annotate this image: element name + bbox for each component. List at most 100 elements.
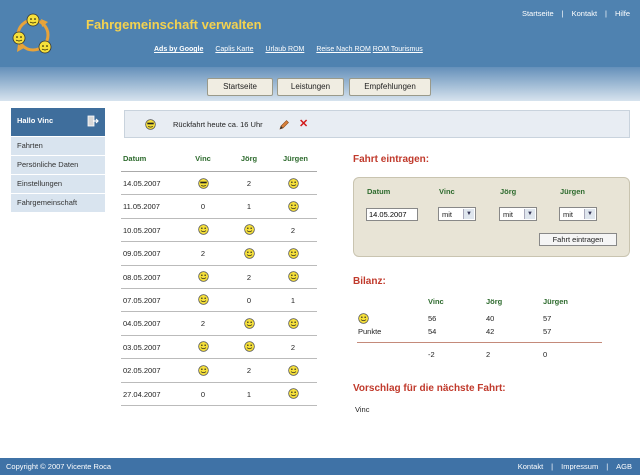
ride-count: 2 (246, 179, 252, 188)
chevron-down-icon: ▼ (524, 209, 535, 219)
footer-impressum-link[interactable]: Impressum (561, 462, 598, 471)
footer-links: Kontakt | Impressum | AGB (517, 462, 632, 471)
juergen-select[interactable]: mit ▼ (559, 207, 597, 221)
balance-diff-juergen: 0 (543, 350, 548, 359)
topnav-kontakt-link[interactable]: Kontakt (572, 9, 597, 18)
footer: Copyright © 2007 Vicente Roca Kontakt | Im… (0, 458, 640, 475)
ad-link-caplis-karte[interactable]: Caplis Karte (215, 46, 253, 53)
footer-agb-link[interactable]: AGB (616, 462, 632, 471)
ride-count: 1 (246, 202, 252, 212)
smiley-icon (193, 294, 213, 306)
carpool-logo-icon (12, 13, 52, 54)
topnav-startseite-link[interactable]: Startseite (522, 9, 554, 18)
vinc-select-value: mit (442, 210, 452, 219)
entry-header-joerg: Jörg (500, 187, 517, 196)
table-row: 10.05.2007 2 (121, 219, 317, 243)
notice-text: Rückfahrt heute ca. 16 Uhr (173, 120, 263, 129)
ride-date: 10.05.2007 (123, 225, 161, 235)
balance-header-juergen: Jürgen (543, 297, 569, 306)
table-row: 14.05.2007 2 (121, 172, 317, 196)
suggested-driver: Vinc (355, 405, 370, 414)
balance-smile-joerg: 40 (486, 314, 495, 323)
entry-header-juergen: Jürgen (560, 187, 586, 196)
balance-points-juergen: 57 (543, 327, 552, 336)
tab-leistungen[interactable]: Leistungen (277, 78, 344, 96)
column-header-vinc: Vinc (195, 154, 211, 163)
sidebar-item-fahrten[interactable]: Fahrten (11, 137, 105, 155)
ride-count: 1 (290, 295, 296, 305)
vinc-select[interactable]: mit ▼ (438, 207, 476, 221)
sidebar-user-header: Hallo Vinc (11, 108, 105, 136)
smiley-icon (283, 177, 303, 189)
topnav-hilfe-link[interactable]: Hilfe (615, 9, 630, 18)
logout-icon[interactable] (87, 115, 99, 127)
submit-ride-button[interactable]: Fahrt eintragen (539, 233, 617, 246)
ad-link-urlaub-rom[interactable]: Urlaub ROM (265, 46, 304, 53)
ride-date: 08.05.2007 (123, 272, 161, 282)
sidebar-item-persoenliche-daten[interactable]: Persönliche Daten (11, 156, 105, 174)
top-navigation: Startseite | Kontakt | Hilfe (521, 9, 630, 18)
driver-smiley-icon (193, 177, 213, 189)
ride-count: 2 (200, 249, 206, 259)
smiley-icon (193, 224, 213, 236)
table-row: 11.05.2007 0 1 (121, 195, 317, 219)
edit-pencil-icon[interactable] (278, 119, 290, 131)
ride-count: 0 (200, 202, 206, 212)
header: Fahrgemeinschaft verwalten Startseite | Ko… (0, 0, 640, 67)
ride-date: 27.04.2007 (123, 389, 161, 399)
table-row: 08.05.2007 2 (121, 266, 317, 289)
entry-header-datum: Datum (367, 187, 391, 196)
sidebar-item-fahrgemeinschaft[interactable]: Fahrgemeinschaft (11, 194, 105, 212)
ride-date: 14.05.2007 (123, 179, 161, 188)
ad-link-rom-tourismus[interactable]: ROM Tourismus (373, 46, 423, 53)
balance-diff-joerg: 2 (486, 350, 491, 359)
column-header-datum: Datum (123, 154, 147, 163)
smiley-icon (239, 247, 259, 259)
driver-smiley-icon (145, 119, 156, 130)
juergen-select-value: mit (563, 210, 573, 219)
ride-date: 09.05.2007 (123, 249, 161, 259)
table-row: 04.05.2007 2 (121, 312, 317, 336)
ride-notice: Rückfahrt heute ca. 16 Uhr ✕ (124, 110, 630, 138)
balance-divider (357, 342, 602, 343)
sidebar-item-einstellungen[interactable]: Einstellungen (11, 175, 105, 193)
ride-count: 2 (200, 319, 206, 329)
balance-smile-vinc: 56 (428, 314, 437, 323)
tab-startseite[interactable]: Startseite (207, 78, 273, 96)
table-row: 27.04.2007 0 1 (121, 383, 317, 406)
smiley-icon (283, 364, 303, 376)
balance-heading: Bilanz: (353, 276, 386, 287)
suggestion-heading: Vorschlag für die nächste Fahrt: (353, 383, 506, 394)
joerg-select[interactable]: mit ▼ (499, 207, 537, 221)
date-input[interactable] (366, 208, 418, 221)
tab-empfehlungen[interactable]: Empfehlungen (349, 78, 431, 96)
ride-date: 02.05.2007 (123, 366, 161, 376)
rides-table-header: Datum Vinc Jörg Jürgen (121, 150, 317, 172)
user-greeting: Hallo Vinc (17, 116, 54, 125)
smiley-icon (283, 388, 303, 400)
rides-table: Datum Vinc Jörg Jürgen 14.05.2007 2 11.05.… (121, 150, 317, 406)
smiley-icon (239, 341, 259, 353)
ride-count: 1 (246, 389, 252, 399)
balance-points-vinc: 54 (428, 327, 437, 336)
rides-table-body: 14.05.2007 2 11.05.2007 0 1 10.05.2007 2 09.05.… (121, 172, 317, 406)
smiley-icon (239, 318, 259, 329)
entry-form: Datum Vinc Jörg Jürgen mit ▼ mit ▼ mit ▼… (353, 177, 630, 257)
entry-header-vinc: Vinc (439, 187, 455, 196)
app-title: Fahrgemeinschaft verwalten (86, 17, 262, 32)
ride-count: 2 (246, 366, 252, 376)
footer-kontakt-link[interactable]: Kontakt (518, 462, 543, 471)
chevron-down-icon: ▼ (463, 209, 474, 219)
ride-date: 11.05.2007 (123, 202, 160, 212)
ride-count: 2 (290, 225, 296, 235)
ride-count: 0 (200, 389, 206, 399)
ad-link-reise-nach-rom[interactable]: Reise Nach ROM (316, 46, 370, 53)
ads-by-google-link[interactable]: Ads by Google (154, 46, 203, 53)
table-row: 03.05.2007 2 (121, 336, 317, 360)
chevron-down-icon: ▼ (584, 209, 595, 219)
balance-header-joerg: Jörg (486, 297, 503, 306)
smiley-icon (193, 341, 213, 353)
balance-points-joerg: 42 (486, 327, 495, 336)
smiley-icon (193, 271, 213, 283)
delete-icon[interactable]: ✕ (299, 117, 308, 130)
